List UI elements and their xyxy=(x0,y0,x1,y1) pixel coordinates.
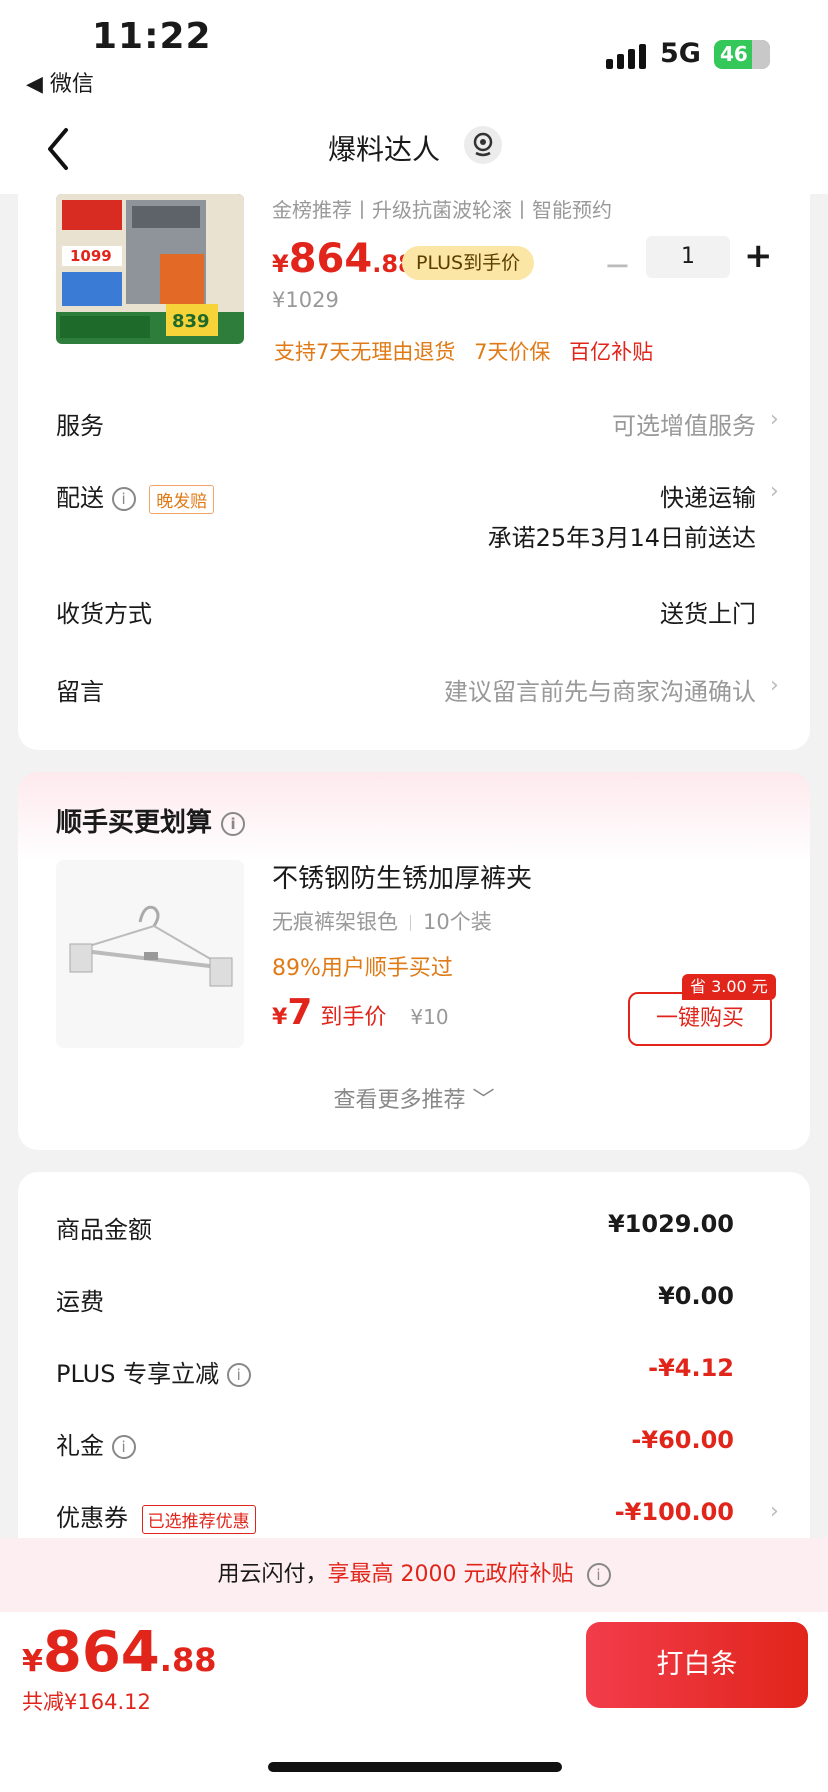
info-icon[interactable]: i xyxy=(221,811,246,836)
combo-price-integer: 7 xyxy=(287,992,313,1033)
quantity-plus-button[interactable]: + xyxy=(744,236,773,276)
signal-icon xyxy=(606,44,646,69)
price-integer: 864 xyxy=(288,236,373,282)
chevron-right-icon: › xyxy=(770,1499,779,1524)
banner-prefix: 用云闪付， xyxy=(217,1562,328,1587)
total-saved: 共减¥164.12 xyxy=(22,1690,151,1714)
plus-discount-label-group: PLUS 专享立减 i xyxy=(56,1354,251,1389)
gift-money-label-group: 礼金 i xyxy=(56,1426,136,1461)
combo-price-label: 到手价 xyxy=(320,1005,387,1030)
total-integer: 864 xyxy=(42,1620,160,1685)
svg-text:839: 839 xyxy=(172,311,210,332)
delivery-label-group: 配送 i 晚发赔 xyxy=(56,478,215,514)
price-currency: ¥ xyxy=(272,250,289,278)
total-currency: ¥ xyxy=(22,1644,43,1679)
info-icon[interactable]: i xyxy=(226,1363,251,1387)
info-icon[interactable]: i xyxy=(111,487,136,511)
combo-spec-color: 无痕裤架银色 xyxy=(272,910,398,934)
coupon-label: 优惠券 xyxy=(56,1504,128,1532)
combo-title: 顺手买更划算 xyxy=(56,808,213,838)
goods-amount-label: 商品金额 xyxy=(56,1216,152,1244)
back-to-app-link[interactable]: ◀ 微信 xyxy=(26,66,94,98)
plus-discount-label: PLUS 专享立减 xyxy=(56,1360,220,1388)
save-badge: 省 3.00 元 xyxy=(682,974,776,1000)
combo-product-image[interactable] xyxy=(56,860,244,1048)
network-type: 5G xyxy=(660,38,701,69)
gift-money-label: 礼金 xyxy=(56,1432,104,1460)
delivery-value: 快递运输 xyxy=(660,484,756,512)
coupon-value: -¥100.00 xyxy=(614,1498,734,1526)
one-click-buy-button[interactable]: 一键购买 xyxy=(628,992,772,1046)
product-price: ¥864.88 xyxy=(272,236,415,282)
pay-credit-button[interactable]: 打白条 xyxy=(586,1622,808,1708)
freight-value: ¥0.00 xyxy=(658,1282,734,1310)
combo-price: ¥7 到手价 ¥10 xyxy=(272,992,449,1033)
combo-product-name[interactable]: 不锈钢防生锈加厚裤夹 xyxy=(272,858,532,895)
more-recommendations-link[interactable]: 查看更多推荐 ﹀ xyxy=(18,1082,810,1114)
original-price: ¥1029 xyxy=(272,288,339,312)
status-bar: 11:22 ◀ 微信 5G 46 xyxy=(0,0,828,110)
product-image[interactable]: 1099 839 xyxy=(56,194,244,344)
quantity-minus-button[interactable]: − xyxy=(604,246,631,284)
service-value: 可选增值服务 xyxy=(612,412,756,440)
info-icon[interactable]: i xyxy=(111,1435,136,1459)
quantity-field[interactable]: 1 xyxy=(646,236,730,278)
delivery-label: 配送 xyxy=(56,484,104,512)
combo-title-group: 顺手买更划算 i xyxy=(56,802,246,839)
chevron-right-icon: › xyxy=(770,673,779,698)
info-icon[interactable]: i xyxy=(586,1563,611,1587)
delivery-promise: 承诺25年3月14日前送达 xyxy=(487,524,756,552)
battery-icon: 46 xyxy=(714,40,770,69)
total-price: ¥864.88 xyxy=(22,1620,216,1685)
combo-product-spec: 无痕裤架银色 10个装 xyxy=(272,906,492,936)
total-decimal: .88 xyxy=(159,1641,217,1679)
banner-highlight: 享最高 2000 元政府补贴 xyxy=(327,1562,574,1587)
message-label: 留言 xyxy=(56,678,104,706)
battery-level: 46 xyxy=(720,42,748,66)
plus-discount-value: -¥4.12 xyxy=(648,1354,734,1382)
chevron-right-icon: › xyxy=(770,407,779,432)
combo-buy-stat: 89%用户顺手买过 xyxy=(272,956,453,981)
perk-price-protect: 7天价保 xyxy=(474,340,551,364)
product-subtitle: 金榜推荐丨升级抗菌波轮滚丨智能预约 xyxy=(272,198,612,222)
combo-spec-count: 10个装 xyxy=(423,910,492,934)
late-compensation-tag: 晚发赔 xyxy=(149,484,215,514)
gift-money-value: -¥60.00 xyxy=(631,1426,734,1454)
nav-title: 爆料达人 xyxy=(327,133,440,166)
goods-amount-value: ¥1029.00 xyxy=(607,1210,734,1238)
coupon-label-group: 优惠券 已选推荐优惠 xyxy=(56,1498,256,1534)
combo-price-currency: ¥ xyxy=(272,1005,288,1030)
perk-subsidy: 百亿补贴 xyxy=(569,340,654,364)
location-pin-icon[interactable] xyxy=(464,126,502,164)
checkout-bar: ¥864.88 共减¥164.12 打白条 xyxy=(0,1612,828,1792)
combo-card: 顺手买更划算 i 不锈钢防生锈加厚裤夹 无痕裤架银色 10个装 89%用户顺手买过… xyxy=(18,772,810,1150)
plus-price-tag: PLUS到手价 xyxy=(402,246,535,280)
chevron-right-icon: › xyxy=(770,479,779,504)
combo-original-price: ¥10 xyxy=(410,1005,449,1029)
perk-return: 支持7天无理由退货 xyxy=(274,340,456,364)
receive-value: 送货上门 xyxy=(660,600,756,628)
freight-label: 运费 xyxy=(56,1288,104,1316)
coupon-selected-tag: 已选推荐优惠 xyxy=(141,1504,256,1534)
order-card: 1099 839 金榜推荐丨升级抗菌波轮滚丨智能预约 ¥864.88 PLUS到… xyxy=(18,194,810,750)
product-perks: 支持7天无理由退货 7天价保 百亿补贴 xyxy=(274,336,665,366)
home-indicator xyxy=(268,1762,562,1772)
svg-text:1099: 1099 xyxy=(70,247,112,265)
message-placeholder: 建议留言前先与商家沟通确认 xyxy=(444,678,756,706)
status-time: 11:22 xyxy=(92,16,212,57)
receive-label: 收货方式 xyxy=(56,600,152,628)
unionpay-banner[interactable]: 用云闪付，享最高 2000 元政府补贴 i xyxy=(0,1538,828,1612)
nav-bar: 爆料达人 xyxy=(0,110,828,194)
service-label: 服务 xyxy=(56,412,104,440)
